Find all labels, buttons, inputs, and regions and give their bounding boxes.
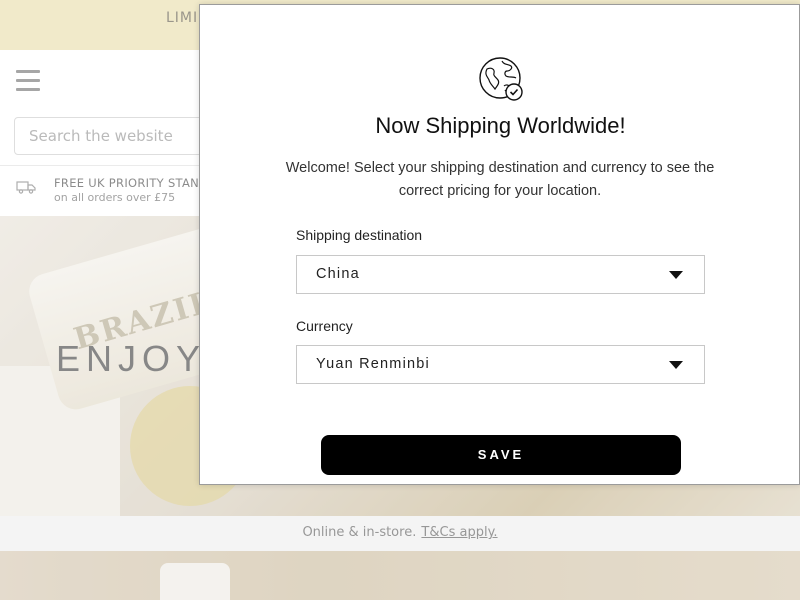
shipping-modal: Now Shipping Worldwide! Welcome! Select …: [199, 4, 800, 485]
currency-select[interactable]: Yuan Renminbi: [296, 345, 705, 384]
modal-description: Welcome! Select your shipping destinatio…: [285, 160, 715, 199]
shipping-destination-label: Shipping destination: [296, 227, 423, 243]
caret-down-icon: [669, 361, 683, 369]
shipping-destination-value: China: [316, 266, 360, 282]
modal-title: Now Shipping Worldwide!: [375, 113, 626, 138]
save-button[interactable]: SAVE: [321, 435, 681, 475]
currency-label: Currency: [296, 318, 353, 334]
caret-down-icon: [669, 271, 683, 279]
shipping-destination-select[interactable]: China: [296, 255, 705, 294]
globe-check-icon: [479, 57, 523, 101]
currency-value: Yuan Renminbi: [316, 356, 430, 372]
